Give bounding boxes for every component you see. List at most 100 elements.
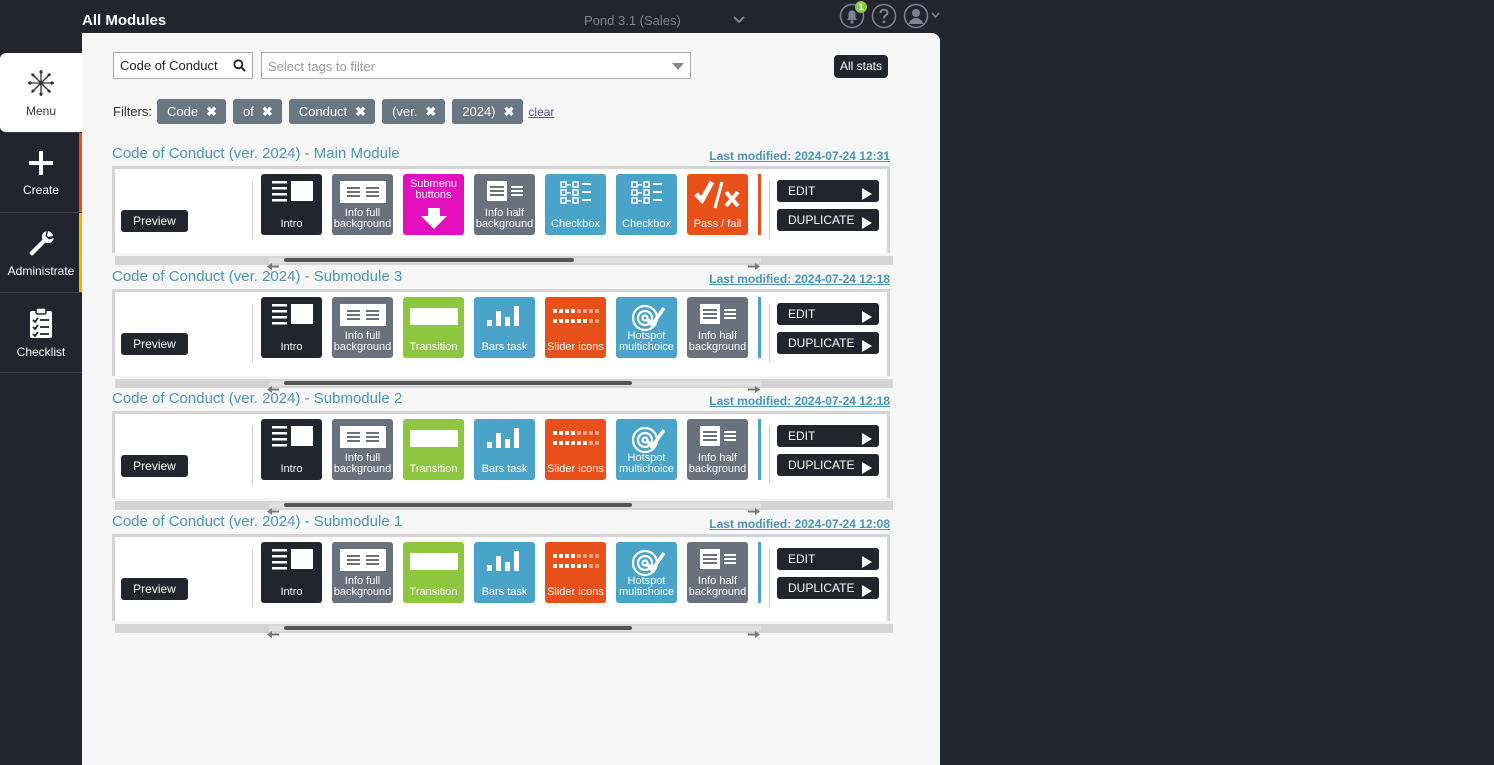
sidebar-item-checklist[interactable]: Checklist: [0, 293, 82, 373]
screen-tile[interactable]: Submenu buttons: [403, 174, 464, 235]
edit-button[interactable]: EDIT: [777, 180, 879, 202]
remove-chip-icon[interactable]: ✖: [262, 99, 273, 124]
remove-chip-icon[interactable]: ✖: [355, 99, 366, 124]
preview-button[interactable]: Preview: [121, 210, 188, 232]
next-tile-peek: [758, 297, 761, 358]
horizontal-scrollbar[interactable]: [115, 501, 893, 515]
screen-tile[interactable]: Info half background: [687, 419, 748, 480]
screen-tile[interactable]: Hotspot multichoice: [616, 297, 677, 358]
remove-chip-icon[interactable]: ✖: [425, 99, 436, 124]
play-icon: [862, 553, 872, 568]
sidebar-item-menu[interactable]: Menu: [0, 53, 82, 133]
scroll-thumb[interactable]: [284, 258, 574, 262]
screen-tile[interactable]: Pass / fail: [687, 174, 748, 235]
last-modified-link[interactable]: Last modified: 2024-07-24 12:31: [709, 149, 890, 163]
module-title[interactable]: Code of Conduct (ver. 2024) - Submodule …: [112, 390, 402, 407]
preview-button[interactable]: Preview: [121, 333, 188, 355]
all-stats-button[interactable]: All stats: [834, 55, 889, 78]
preview-button[interactable]: Preview: [121, 578, 188, 600]
module-title[interactable]: Code of Conduct (ver. 2024) - Submodule …: [112, 513, 402, 530]
duplicate-button[interactable]: DUPLICATE: [777, 209, 879, 231]
filter-chip: 2024) ✖: [452, 99, 524, 124]
screen-tile[interactable]: Info half background: [687, 297, 748, 358]
screen-tile[interactable]: Transition: [403, 419, 464, 480]
screen-tile[interactable]: Bars task: [474, 419, 535, 480]
screen-tile[interactable]: Checkbox: [545, 174, 606, 235]
scroll-left-arrow-icon[interactable]: [267, 380, 279, 393]
screen-tile[interactable]: Info full background: [332, 297, 393, 358]
duplicate-button[interactable]: DUPLICATE: [777, 577, 879, 599]
edit-button[interactable]: EDIT: [777, 548, 879, 570]
chevron-down-icon[interactable]: [732, 14, 746, 26]
tag-filter-select[interactable]: Select tags to filter: [261, 52, 691, 79]
scroll-right-arrow-icon[interactable]: [748, 257, 760, 270]
last-modified-link[interactable]: Last modified: 2024-07-24 12:18: [709, 272, 890, 286]
scroll-thumb[interactable]: [284, 503, 632, 507]
screen-tile[interactable]: Info full background: [332, 419, 393, 480]
last-modified-link[interactable]: Last modified: 2024-07-24 12:08: [709, 517, 890, 531]
search-field[interactable]: [113, 52, 253, 79]
clear-filters-link[interactable]: clear: [528, 105, 554, 119]
edit-button[interactable]: EDIT: [777, 303, 879, 325]
screen-tiles: Intro Info full background Transition Bars …: [261, 297, 748, 358]
search-input[interactable]: [114, 53, 224, 78]
screen-tile[interactable]: Slider icons: [545, 297, 606, 358]
screen-tile[interactable]: Info full background: [332, 174, 393, 235]
screen-tile[interactable]: Hotspot multichoice: [616, 419, 677, 480]
screen-tile[interactable]: Intro: [261, 542, 322, 603]
scroll-right-arrow-icon[interactable]: [748, 380, 760, 393]
info-full-icon: [332, 425, 393, 451]
screen-tile[interactable]: Slider icons: [545, 419, 606, 480]
screen-tile[interactable]: Transition: [403, 297, 464, 358]
screen-tile[interactable]: Info half background: [474, 174, 535, 235]
screen-tile[interactable]: Transition: [403, 542, 464, 603]
scroll-thumb[interactable]: [284, 626, 632, 630]
screen-tile[interactable]: Slider icons: [545, 542, 606, 603]
horizontal-scrollbar[interactable]: [115, 256, 893, 270]
remove-chip-icon[interactable]: ✖: [206, 99, 217, 124]
screen-tile[interactable]: Intro: [261, 419, 322, 480]
sidebar-item-administrate[interactable]: Administrate: [0, 213, 82, 293]
edit-label: EDIT: [788, 184, 816, 198]
last-modified-link[interactable]: Last modified: 2024-07-24 12:18: [709, 394, 890, 408]
screen-tile[interactable]: Hotspot multichoice: [616, 542, 677, 603]
screen-tile[interactable]: Intro: [261, 174, 322, 235]
help-icon[interactable]: [871, 3, 897, 29]
screen-tile[interactable]: Bars task: [474, 542, 535, 603]
horizontal-scrollbar[interactable]: [115, 624, 893, 638]
info-half-icon: [687, 548, 748, 574]
intro-layout-icon: [261, 180, 322, 206]
scroll-left-arrow-icon[interactable]: [267, 502, 279, 515]
wrench-icon: [29, 230, 54, 255]
scroll-thumb[interactable]: [284, 381, 632, 385]
sidebar-item-create[interactable]: Create: [0, 133, 82, 213]
user-avatar-icon[interactable]: [903, 3, 929, 29]
edit-button[interactable]: EDIT: [777, 425, 879, 447]
chevron-down-icon[interactable]: [930, 11, 941, 20]
screen-tile[interactable]: Bars task: [474, 297, 535, 358]
screen-tile[interactable]: Info half background: [687, 542, 748, 603]
screen-tile[interactable]: Info full background: [332, 542, 393, 603]
duplicate-button[interactable]: DUPLICATE: [777, 332, 879, 354]
scroll-right-arrow-icon[interactable]: [748, 502, 760, 515]
module-title[interactable]: Code of Conduct (ver. 2024) - Main Modul…: [112, 145, 400, 162]
scroll-left-arrow-icon[interactable]: [267, 625, 279, 638]
screen-tile[interactable]: Intro: [261, 297, 322, 358]
preview-button[interactable]: Preview: [121, 455, 188, 477]
app-selector[interactable]: Pond 3.1 (Sales): [584, 13, 681, 28]
dropdown-arrow-icon[interactable]: [672, 63, 684, 71]
scroll-left-arrow-icon[interactable]: [267, 257, 279, 270]
filter-chips: Code ✖ of ✖ Conduct ✖ (ver. ✖ 2024) ✖ clear: [157, 99, 554, 124]
module-card: Code of Conduct (ver. 2024) - Submodule …: [112, 390, 893, 515]
notification-badge: 1: [855, 1, 867, 13]
remove-chip-icon[interactable]: ✖: [504, 99, 515, 124]
screen-tiles: Intro Info full background Transition Bars …: [261, 542, 748, 603]
screen-tiles: Intro Info full background Transition Bars …: [261, 419, 748, 480]
screen-tile[interactable]: Checkbox: [616, 174, 677, 235]
duplicate-button[interactable]: DUPLICATE: [777, 454, 879, 476]
horizontal-scrollbar[interactable]: [115, 379, 893, 393]
scroll-right-arrow-icon[interactable]: [748, 625, 760, 638]
search-icon[interactable]: [233, 59, 246, 72]
tile-label: Info half background: [688, 330, 747, 353]
module-title[interactable]: Code of Conduct (ver. 2024) - Submodule …: [112, 268, 402, 285]
